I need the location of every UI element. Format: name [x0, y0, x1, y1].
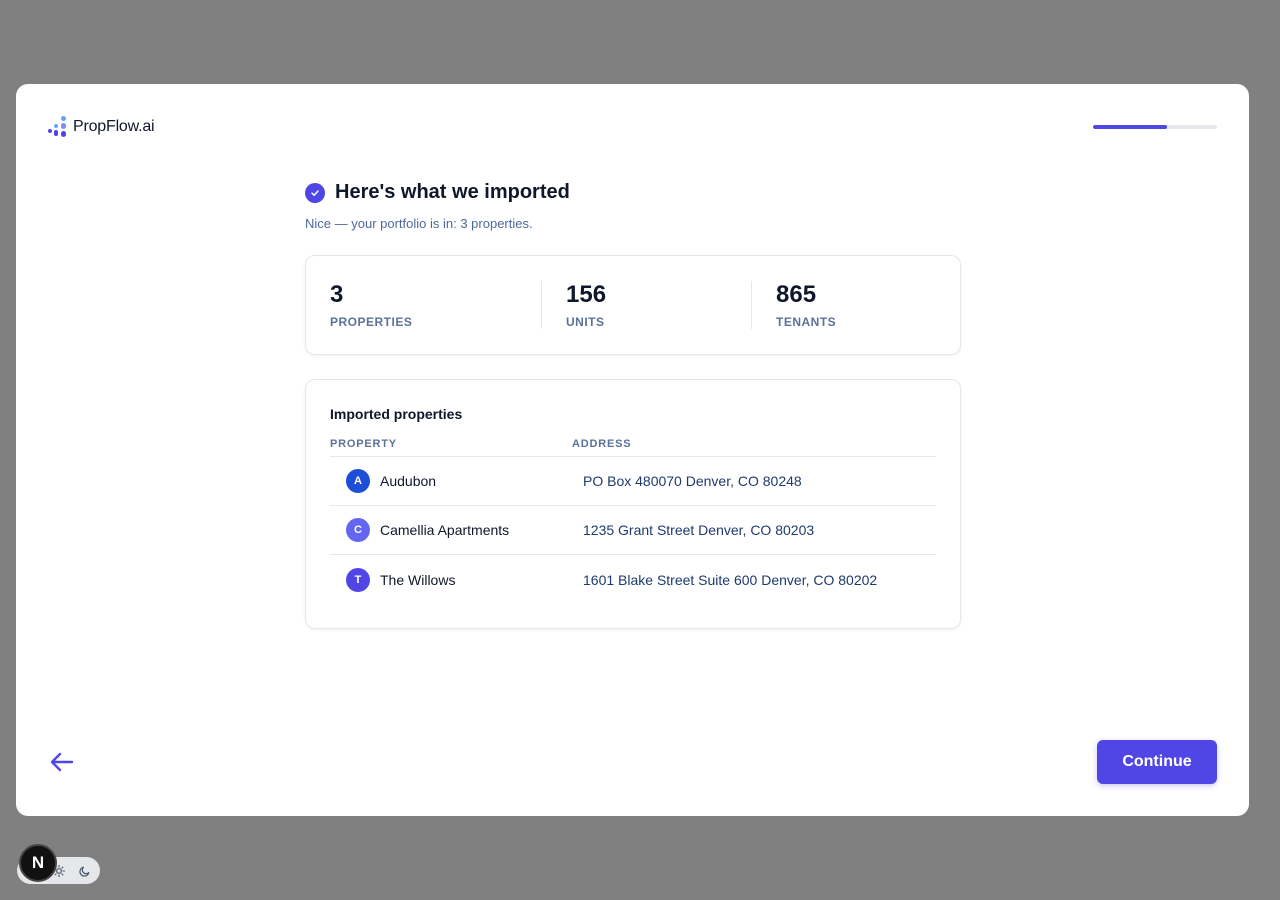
arrow-left-icon: [50, 752, 74, 772]
stats-card: 3 PROPERTIES 156 UNITS 865 TENANTS: [305, 255, 961, 355]
check-icon: [305, 182, 325, 203]
property-address: 1601 Blake Street Suite 600 Denver, CO 8…: [583, 571, 878, 588]
stat-properties: 3 PROPERTIES: [330, 281, 541, 329]
table-header: PROPERTY ADDRESS: [330, 438, 936, 457]
heading-row: Here's what we imported: [305, 181, 961, 204]
progress-bar-fill: [1093, 125, 1168, 129]
page-title: Here's what we imported: [335, 181, 570, 203]
onboarding-modal: PropFlow.ai Here's what we imported Nice…: [16, 84, 1249, 816]
property-cell: T The Willows: [330, 567, 583, 592]
dev-tools-badge[interactable]: N: [19, 844, 57, 882]
table-row[interactable]: A Audubon PO Box 480070 Denver, CO 80248: [330, 457, 936, 506]
table-row[interactable]: T The Willows 1601 Blake Street Suite 60…: [330, 555, 936, 604]
stat-label: PROPERTIES: [330, 315, 413, 329]
stat-tenants: 865 TENANTS: [751, 281, 936, 329]
property-cell: A Audubon: [330, 469, 583, 493]
column-header-address: ADDRESS: [572, 438, 632, 450]
stat-label: TENANTS: [776, 315, 837, 329]
brand-logo: PropFlow.ai: [48, 116, 155, 138]
stat-value: 3: [330, 281, 344, 308]
property-address: 1235 Grant Street Denver, CO 80203: [583, 522, 815, 538]
imported-properties-card: Imported properties PROPERTY ADDRESS A A…: [305, 379, 961, 629]
property-avatar: C: [346, 518, 370, 542]
page-subtitle: Nice — your portfolio is in: 3 propertie…: [305, 216, 533, 231]
continue-button[interactable]: Continue: [1097, 740, 1217, 784]
back-button[interactable]: [48, 750, 76, 774]
table-body: A Audubon PO Box 480070 Denver, CO 80248…: [330, 457, 936, 604]
property-name: Camellia Apartments: [380, 522, 510, 538]
table-title: Imported properties: [330, 406, 463, 422]
property-name: The Willows: [380, 571, 456, 588]
property-name: Audubon: [380, 473, 437, 489]
table-row[interactable]: C Camellia Apartments 1235 Grant Street …: [330, 506, 936, 555]
property-avatar: A: [346, 469, 370, 493]
stat-value: 865: [776, 281, 817, 308]
main-content: Here's what we imported Nice — your port…: [305, 181, 961, 629]
stat-units: 156 UNITS: [541, 281, 751, 329]
stat-label: UNITS: [566, 315, 605, 329]
property-cell: C Camellia Apartments: [330, 518, 583, 542]
brand-name: PropFlow.ai: [73, 118, 155, 135]
column-header-property: PROPERTY: [330, 438, 397, 450]
property-address: PO Box 480070 Denver, CO 80248: [583, 473, 802, 489]
moon-icon[interactable]: [79, 864, 91, 882]
property-avatar: T: [346, 567, 370, 592]
propflow-logo-icon: [48, 116, 68, 138]
progress-bar: [1093, 125, 1217, 129]
stat-value: 156: [566, 281, 607, 308]
